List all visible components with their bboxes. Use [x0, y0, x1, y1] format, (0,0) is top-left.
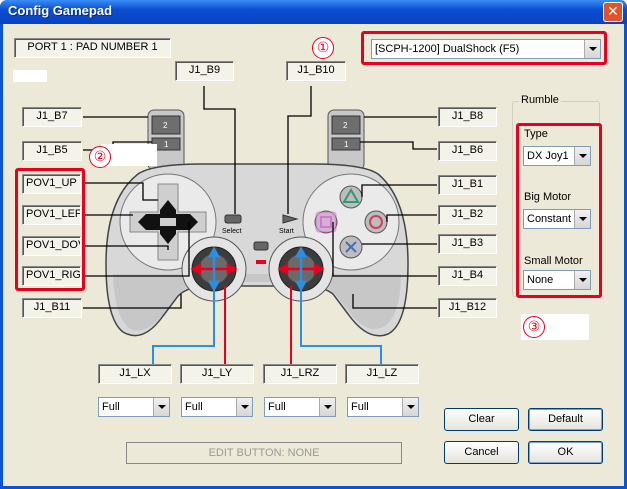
start-label: Start [279, 228, 294, 235]
axis-lrz-mode-value: Full [268, 401, 286, 413]
rumble-type-label: Type [524, 128, 548, 140]
axis-ly[interactable]: J1_LY [180, 364, 254, 384]
annotation-2: ② [89, 146, 111, 168]
window: Config Gamepad ✕ Select Start 2 1 2 1 PO… [0, 0, 627, 489]
titlebar: Config Gamepad ✕ [0, 0, 627, 24]
button-b3[interactable]: J1_B3 [438, 234, 497, 254]
rumble-title: Rumble [519, 94, 561, 106]
svg-text:1: 1 [344, 140, 349, 149]
chevron-down-icon[interactable] [402, 398, 418, 416]
chevron-down-icon[interactable] [236, 398, 252, 416]
button-b8[interactable]: J1_B8 [438, 107, 497, 127]
annotation-3: ③ [523, 316, 545, 338]
button-b6[interactable]: J1_B6 [438, 141, 497, 161]
cancel-button[interactable]: Cancel [444, 441, 519, 464]
big-motor-label: Big Motor [524, 191, 572, 203]
button-b2[interactable]: J1_B2 [438, 205, 497, 225]
rumble-type-select[interactable]: DX Joy1 [523, 146, 591, 166]
default-button[interactable]: Default [528, 408, 603, 431]
axis-lx-mode-value: Full [102, 401, 120, 413]
button-b7[interactable]: J1_B7 [22, 107, 82, 127]
chevron-down-icon[interactable] [319, 398, 335, 416]
pov-left[interactable]: POV1_LEF [22, 205, 81, 225]
axis-lz-mode-select[interactable]: Full [347, 397, 419, 417]
axis-lrz[interactable]: J1_LRZ [263, 364, 337, 384]
button-b1[interactable]: J1_B1 [438, 175, 497, 195]
chevron-down-icon[interactable] [574, 271, 590, 289]
annotation-1: ① [312, 37, 334, 59]
axis-ly-mode-select[interactable]: Full [181, 397, 253, 417]
pov-down[interactable]: POV1_DOV [22, 236, 81, 256]
chevron-down-icon[interactable] [574, 210, 590, 228]
svg-text:2: 2 [163, 121, 168, 130]
axis-lx[interactable]: J1_LX [98, 364, 172, 384]
port-label: PORT 1 : PAD NUMBER 1 [14, 38, 171, 58]
button-b11[interactable]: J1_B11 [22, 298, 82, 318]
big-motor-select[interactable]: Constant [523, 209, 591, 229]
axis-lz[interactable]: J1_LZ [345, 364, 419, 384]
svg-text:2: 2 [343, 121, 348, 130]
svg-text:1: 1 [164, 140, 169, 149]
blank-area [13, 70, 47, 82]
rumble-type-value: DX Joy1 [527, 150, 569, 162]
axis-lrz-mode-select[interactable]: Full [264, 397, 336, 417]
big-motor-value: Constant [527, 213, 572, 225]
button-b12[interactable]: J1_B12 [438, 298, 497, 318]
small-motor-select[interactable]: None [523, 270, 591, 290]
select-label: Select [222, 228, 242, 235]
small-motor-value: None [527, 274, 554, 286]
client-area: Select Start 2 1 2 1 PORT 1 : PAD NUMBER… [3, 24, 624, 486]
button-b5[interactable]: J1_B5 [22, 141, 82, 161]
button-b4[interactable]: J1_B4 [438, 266, 497, 286]
chevron-down-icon[interactable] [574, 147, 590, 165]
close-button[interactable]: ✕ [603, 2, 623, 22]
highlight-box-1 [361, 31, 607, 65]
button-b9[interactable]: J1_B9 [175, 61, 234, 81]
ok-button[interactable]: OK [528, 441, 603, 464]
window-title: Config Gamepad [8, 3, 113, 18]
axis-lx-mode-select[interactable]: Full [98, 397, 170, 417]
chevron-down-icon[interactable] [153, 398, 169, 416]
button-b10[interactable]: J1_B10 [286, 61, 346, 81]
small-motor-label: Small Motor [524, 255, 583, 267]
axis-lz-mode-value: Full [351, 401, 369, 413]
pov-up[interactable]: POV1_UP [22, 174, 81, 194]
axis-ly-mode-value: Full [185, 401, 203, 413]
clear-button[interactable]: Clear [444, 408, 519, 431]
edit-status: EDIT BUTTON: NONE [126, 442, 402, 464]
pov-right[interactable]: POV1_RIG [22, 266, 81, 286]
